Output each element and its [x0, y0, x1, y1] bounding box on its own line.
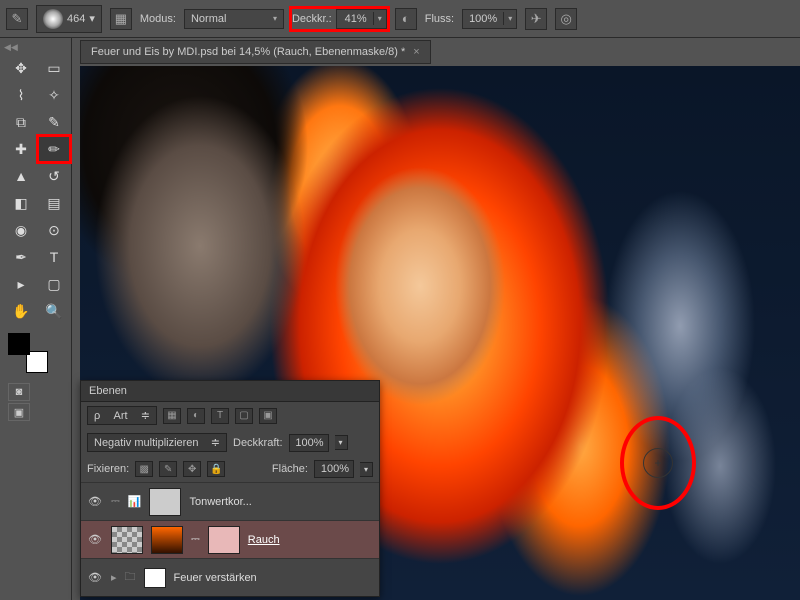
filter-adjust-icon[interactable]: ◐	[187, 408, 205, 424]
type-tool[interactable]: T	[39, 245, 69, 269]
layer-name[interactable]: Tonwertkor...	[189, 496, 251, 508]
visibility-icon[interactable]: 👁	[87, 533, 103, 546]
lock-trans-icon[interactable]: ▩	[135, 461, 153, 477]
dodge-tool[interactable]: ⊙	[39, 218, 69, 242]
document-tab[interactable]: Feuer und Eis by MDI.psd bei 14,5% (Rauc…	[80, 40, 431, 64]
layer-row[interactable]: 👁 ▸ 🗀 Feuer verstärken	[81, 558, 379, 596]
layer-opacity-value[interactable]: 100%	[289, 434, 329, 452]
lock-position-icon[interactable]: ✥	[183, 461, 201, 477]
close-icon[interactable]: ×	[413, 46, 419, 58]
panel-collapse-icon[interactable]: ◀◀	[4, 42, 18, 53]
brush-panel-toggle[interactable]: ▦	[110, 8, 132, 30]
layer-thumb[interactable]	[111, 526, 143, 554]
annotation-highlight-cursor: +	[620, 416, 696, 510]
brush-preview-icon	[43, 9, 63, 29]
tool-palette: ◀◀ ✥ ▭ ⌇ ✧ ⧉ ✎ ✚ ✏ ▲ ↺ ◧ ▤ ◉ ⊙ ✒ T ▸ ▢ ✋…	[0, 38, 72, 600]
brush-size-value: 464	[67, 13, 85, 25]
fill-label: Fläche:	[272, 463, 308, 475]
brush-cursor-icon: +	[643, 448, 673, 478]
layers-panel-title[interactable]: Ebenen	[81, 381, 379, 402]
blend-mode-select[interactable]: Normal ▾	[184, 9, 284, 29]
filter-pixel-icon[interactable]: ▦	[163, 408, 181, 424]
opacity-value: 41%	[337, 11, 373, 27]
mask-thumb[interactable]	[144, 568, 166, 588]
brush-preset-picker[interactable]: 464 ▾	[36, 5, 102, 33]
move-tool[interactable]: ✥	[6, 56, 36, 80]
levels-icon: 📊	[128, 495, 142, 508]
link-icon[interactable]: ⎓	[111, 495, 120, 508]
crop-tool[interactable]: ⧉	[6, 110, 36, 134]
flow-input[interactable]: 100% ▾	[462, 9, 517, 29]
gradient-tool[interactable]: ▤	[39, 191, 69, 215]
layer-row[interactable]: 👁 ⎓ Rauch	[81, 520, 379, 558]
lock-all-icon[interactable]: 🔒	[207, 461, 225, 477]
blur-tool[interactable]: ◉	[6, 218, 36, 242]
layer-filter-kind[interactable]: ρArt≑	[87, 406, 157, 425]
pen-tool[interactable]: ✒	[6, 245, 36, 269]
foreground-swatch[interactable]	[8, 333, 30, 355]
chevron-down-icon[interactable]: ▾	[360, 462, 373, 477]
fill-value[interactable]: 100%	[314, 460, 354, 478]
filter-shape-icon[interactable]: ▢	[235, 408, 253, 424]
chevron-down-icon: ▾	[273, 14, 277, 23]
flow-label: Fluss:	[425, 13, 454, 25]
visibility-icon[interactable]: 👁	[87, 495, 103, 508]
chevron-down-icon: ▾	[89, 12, 95, 25]
chevron-down-icon[interactable]: ▾	[373, 12, 386, 25]
opacity-label: Deckkr.:	[292, 13, 332, 25]
stamp-tool[interactable]: ▲	[6, 164, 36, 188]
airbrush-icon[interactable]: ✈	[525, 8, 547, 30]
eraser-tool[interactable]: ◧	[6, 191, 36, 215]
mask-thumb[interactable]	[149, 488, 181, 516]
zoom-tool[interactable]: 🔍	[39, 299, 69, 323]
shape-tool[interactable]: ▢	[39, 272, 69, 296]
quickmask-toggle[interactable]: ◙	[8, 383, 30, 401]
marquee-tool[interactable]: ▭	[39, 56, 69, 80]
flow-value: 100%	[463, 11, 503, 27]
opacity-input[interactable]: 41% ▾	[336, 9, 387, 29]
lock-label: Fixieren:	[87, 463, 129, 475]
link-icon: ⎓	[191, 533, 200, 546]
healing-tool[interactable]: ✚	[6, 137, 36, 161]
layer-row[interactable]: 👁 ⎓ 📊 Tonwertkor...	[81, 482, 379, 520]
layers-panel: Ebenen ρArt≑ ▦ ◐ T ▢ ▣ Negativ multipliz…	[80, 380, 380, 597]
layer-name[interactable]: Rauch	[248, 534, 280, 546]
artwork-smoke	[540, 126, 800, 586]
chevron-down-icon[interactable]: ▾	[503, 12, 516, 25]
screenmode-toggle[interactable]: ▣	[8, 403, 30, 421]
layer-blendmode-select[interactable]: Negativ multiplizieren≑	[87, 433, 227, 452]
eyedropper-tool[interactable]: ✎	[39, 110, 69, 134]
folder-icon: 🗀	[125, 568, 136, 587]
mode-label: Modus:	[140, 13, 176, 25]
layer-opacity-label: Deckkraft:	[233, 437, 283, 449]
mask-thumb[interactable]	[208, 526, 240, 554]
lasso-tool[interactable]: ⌇	[6, 83, 36, 107]
magic-wand-tool[interactable]: ✧	[39, 83, 69, 107]
lock-pixels-icon[interactable]: ✎	[159, 461, 177, 477]
pressure-size-icon[interactable]: ◎	[555, 8, 577, 30]
blend-mode-value: Normal	[191, 13, 226, 25]
folder-arrow-icon[interactable]: ▸	[111, 571, 117, 584]
filter-type-icon[interactable]: T	[211, 408, 229, 424]
tool-preset-icon[interactable]: ✎	[6, 8, 28, 30]
visibility-icon[interactable]: 👁	[87, 571, 103, 584]
options-bar: ✎ 464 ▾ ▦ Modus: Normal ▾ Deckkr.: 41% ▾…	[0, 0, 800, 38]
history-brush-tool[interactable]: ↺	[39, 164, 69, 188]
path-select-tool[interactable]: ▸	[6, 272, 36, 296]
chevron-down-icon[interactable]: ▾	[335, 435, 348, 450]
layer-thumb[interactable]	[151, 526, 183, 554]
hand-tool[interactable]: ✋	[6, 299, 36, 323]
filter-smart-icon[interactable]: ▣	[259, 408, 277, 424]
pressure-opacity-icon[interactable]: ◐	[395, 8, 417, 30]
color-swatches[interactable]	[8, 333, 48, 373]
document-title: Feuer und Eis by MDI.psd bei 14,5% (Rauc…	[91, 46, 405, 58]
layer-name[interactable]: Feuer verstärken	[174, 572, 257, 584]
opacity-group-highlight: Deckkr.: 41% ▾	[292, 9, 387, 29]
brush-tool[interactable]: ✏	[39, 137, 69, 161]
